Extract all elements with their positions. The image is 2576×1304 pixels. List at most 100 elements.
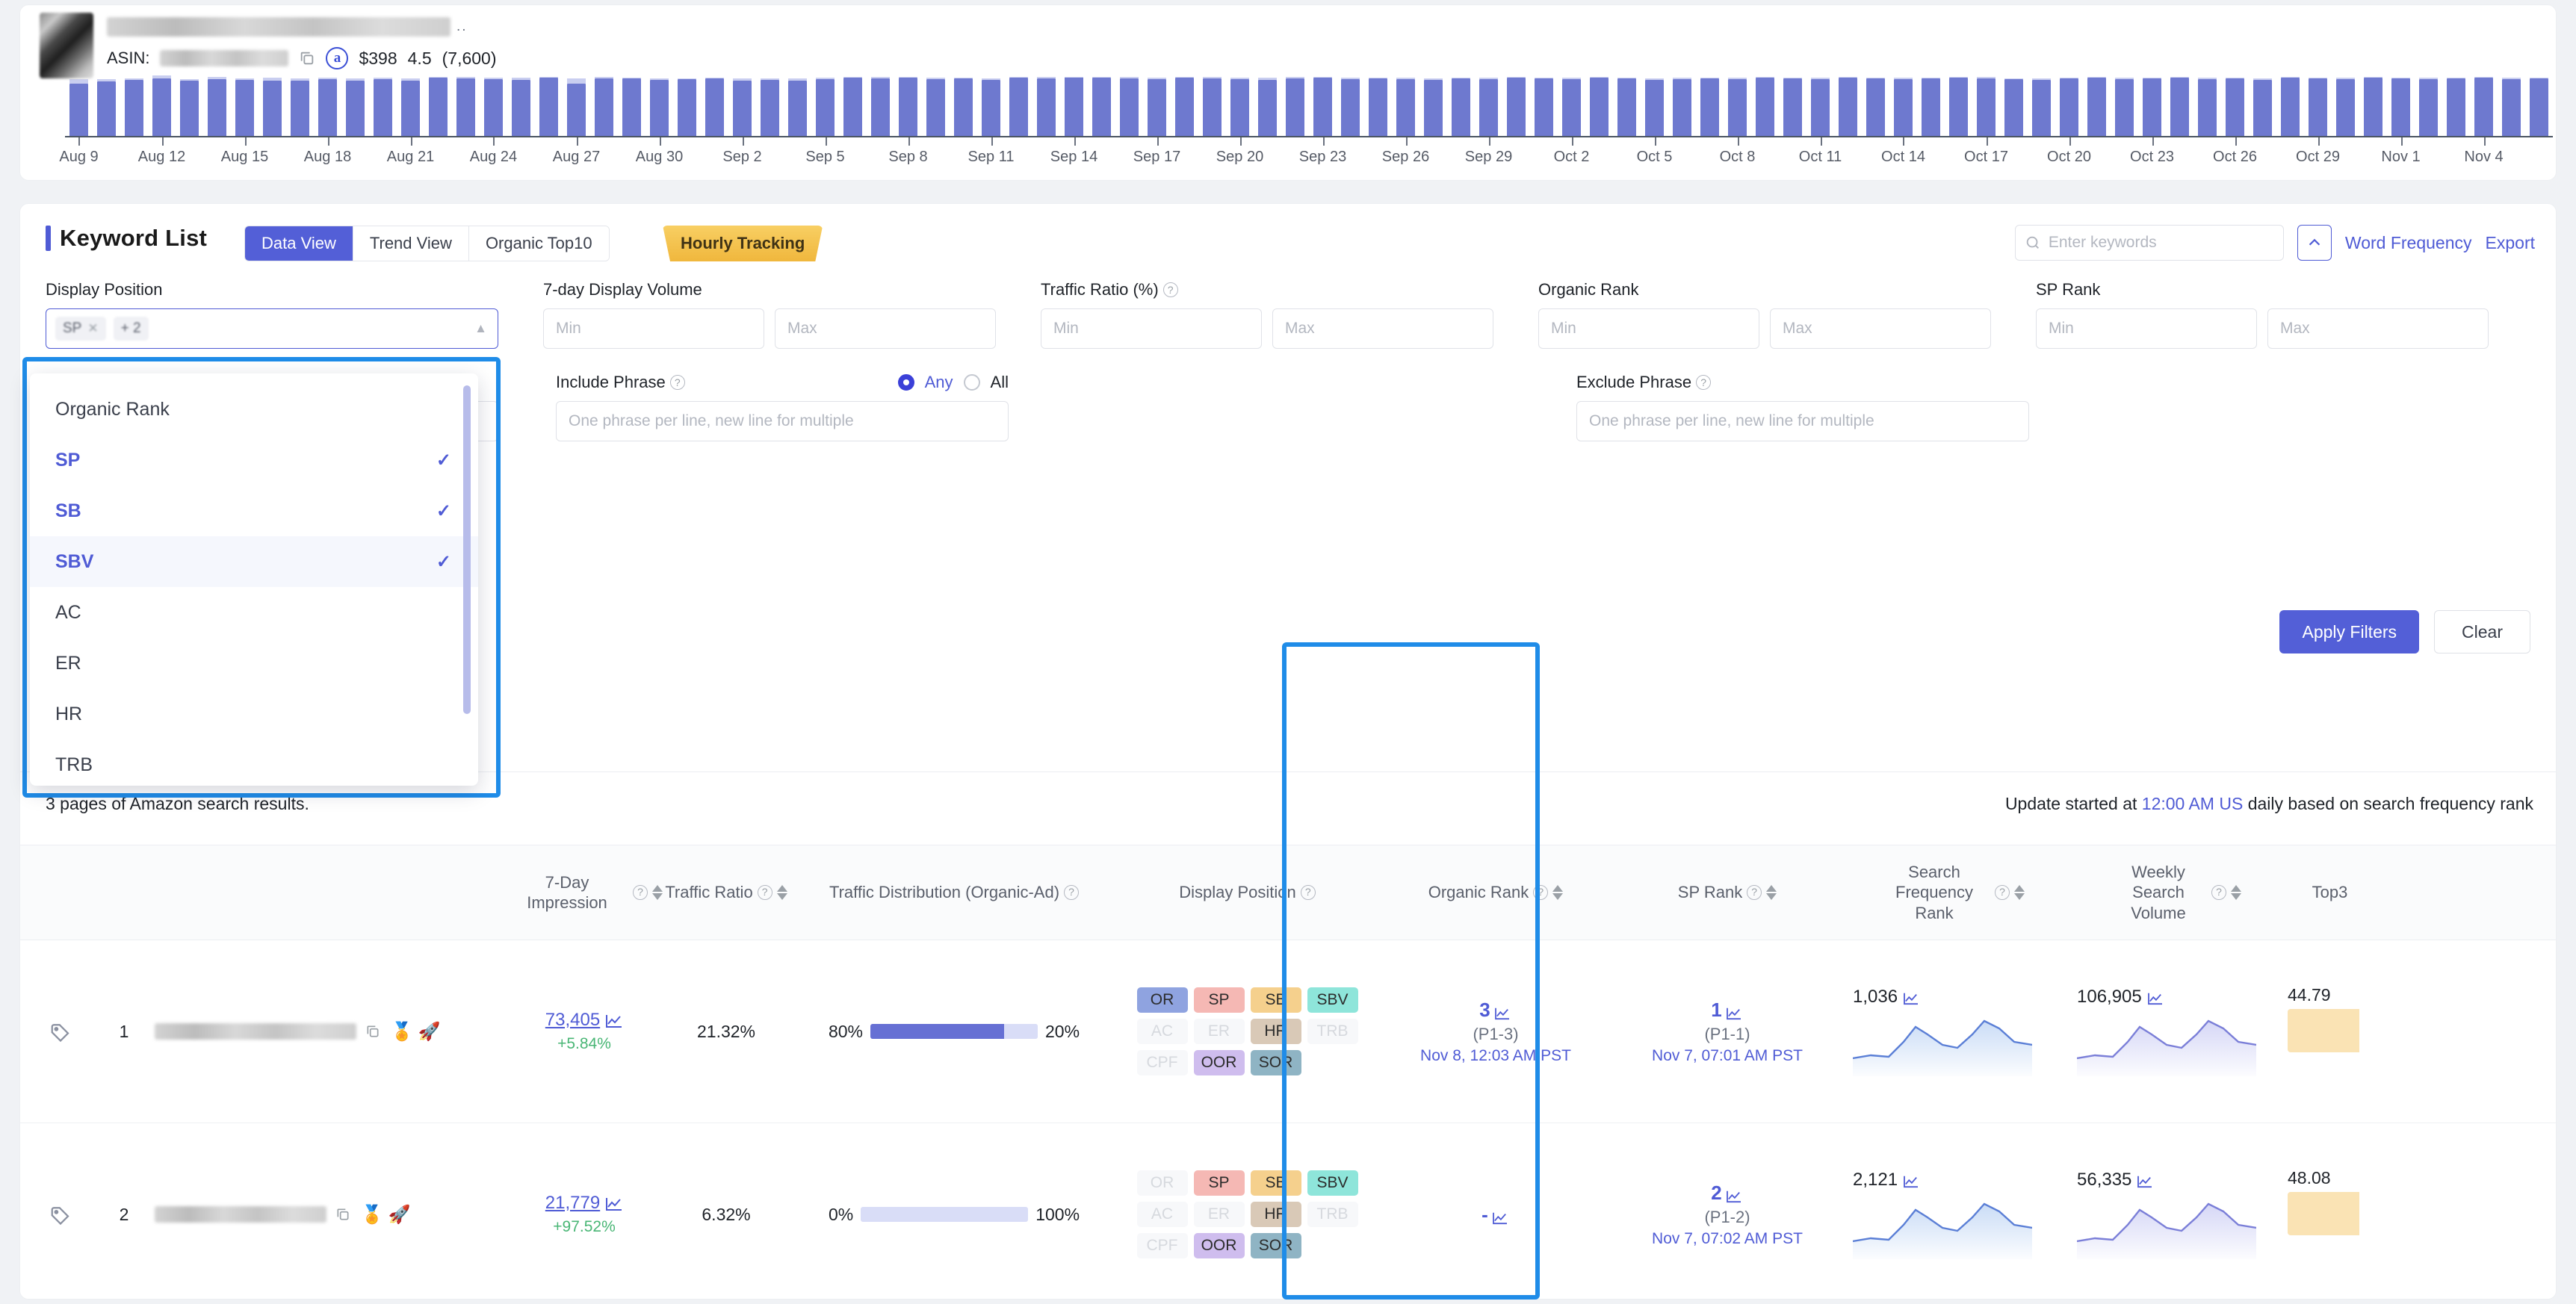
dropdown-scrollbar[interactable] <box>463 385 471 714</box>
help-icon[interactable]: ? <box>1162 282 1178 297</box>
help-icon[interactable]: ? <box>1533 885 1549 900</box>
export-link[interactable]: Export <box>2486 233 2535 253</box>
clear-filters-button[interactable]: Clear <box>2434 610 2530 653</box>
trend-chart-icon[interactable] <box>2147 990 2165 1005</box>
close-icon[interactable]: ✕ <box>87 321 98 336</box>
exclude-phrase-input[interactable]: One phrase per line, new line for multip… <box>1576 401 2029 441</box>
word-frequency-link[interactable]: Word Frequency <box>2345 233 2472 253</box>
hourly-tracking-badge[interactable]: Hourly Tracking <box>663 226 823 261</box>
copy-icon[interactable] <box>335 1206 352 1223</box>
copy-icon[interactable] <box>299 50 315 66</box>
help-icon[interactable]: ? <box>2211 885 2226 900</box>
tab-organic-top10[interactable]: Organic Top10 <box>468 226 609 261</box>
chevron-up-icon[interactable]: ▲ <box>474 321 487 336</box>
trend-chart-icon[interactable] <box>1492 1207 1510 1225</box>
trend-chart-icon[interactable] <box>2137 1173 2155 1188</box>
copy-icon[interactable] <box>365 1023 382 1040</box>
organic-rank-date: Nov 8, 12:03 AM PST <box>1420 1046 1571 1064</box>
row-keyword-cell[interactable]: 🏅 🚀 <box>147 940 506 1123</box>
sp-rank-max[interactable]: Max <box>2267 308 2489 349</box>
display-volume-max[interactable]: Max <box>775 308 996 349</box>
tag-icon[interactable] <box>48 1020 73 1043</box>
radio-all[interactable] <box>963 374 980 391</box>
trend-chart-icon[interactable] <box>1726 1002 1744 1020</box>
th-sp-rank[interactable]: SP Rank ? <box>1615 882 1839 903</box>
trend-chart-icon[interactable] <box>1903 990 1921 1005</box>
tab-data-view[interactable]: Data View <box>245 226 353 261</box>
update-note: Update started at 12:00 AM US daily base… <box>2005 794 2533 814</box>
display-position-select[interactable]: SP ✕ + 2 ▲ <box>46 308 498 349</box>
row-tag-cell[interactable] <box>20 940 101 1123</box>
badge-sor: SOR <box>1250 1233 1301 1258</box>
table-row[interactable]: 2 🏅 🚀 21,779 +97.52% 6.32% 0% 100% OR SP… <box>20 1123 2556 1299</box>
th-impression[interactable]: 7-Day Impression ? <box>506 872 663 913</box>
dropdown-option-sbv[interactable]: SBV ✓ <box>30 536 478 587</box>
rocket-icon[interactable]: 🚀 <box>418 1021 441 1043</box>
help-icon[interactable]: ? <box>757 885 773 900</box>
trend-chart-icon[interactable] <box>605 1196 623 1211</box>
impression-value[interactable]: 73,405 <box>545 1010 600 1031</box>
organic-rank-content: - <box>1481 1203 1510 1226</box>
organic-rank-max[interactable]: Max <box>1770 308 1991 349</box>
sort-icon[interactable] <box>1552 885 1564 900</box>
th-weekly-search-volume[interactable]: Weekly Search Volume ? <box>2063 862 2288 924</box>
search-input[interactable] <box>2046 233 2274 252</box>
help-icon[interactable]: ? <box>1300 885 1316 900</box>
collapse-filters-button[interactable] <box>2297 225 2332 261</box>
dropdown-option-sb[interactable]: SB ✓ <box>30 485 478 536</box>
tag-chip-sp[interactable]: SP ✕ <box>55 317 106 341</box>
help-icon[interactable]: ? <box>1995 885 2010 900</box>
rocket-icon[interactable]: 🚀 <box>388 1204 411 1226</box>
trend-chart-icon[interactable] <box>1903 1173 1921 1188</box>
help-icon[interactable]: ? <box>669 375 685 390</box>
radio-any-label[interactable]: Any <box>925 373 953 392</box>
display-volume-min[interactable]: Min <box>543 308 764 349</box>
th-search-frequency-rank[interactable]: Search Frequency Rank ? <box>1839 862 2063 924</box>
sp-rank-min[interactable]: Min <box>2036 308 2257 349</box>
help-icon[interactable]: ? <box>633 885 648 900</box>
impression-value[interactable]: 21,779 <box>545 1193 600 1214</box>
trend-chart-icon[interactable] <box>1494 1002 1512 1020</box>
tag-icon[interactable] <box>48 1203 73 1226</box>
dropdown-option-organic-rank[interactable]: Organic Rank <box>30 384 478 435</box>
include-phrase-input[interactable]: One phrase per line, new line for multip… <box>556 401 1009 441</box>
display-position-dropdown[interactable]: Organic Rank SP ✓ SB ✓ SBV ✓ AC ER HR TRB <box>30 373 478 786</box>
dropdown-option-sp[interactable]: SP ✓ <box>30 435 478 485</box>
sort-icon[interactable] <box>2231 885 2241 900</box>
apply-filters-button[interactable]: Apply Filters <box>2279 610 2420 653</box>
help-icon[interactable]: ? <box>1064 885 1080 900</box>
medal-icon[interactable]: 🏅 <box>361 1204 383 1226</box>
help-icon[interactable]: ? <box>1696 375 1712 390</box>
dropdown-option-er[interactable]: ER <box>30 638 478 689</box>
dropdown-option-hr[interactable]: HR <box>30 689 478 739</box>
amazon-badge-icon[interactable]: a <box>326 47 349 69</box>
row-tag-cell[interactable] <box>20 1123 101 1299</box>
label-display-volume: 7-day Display Volume <box>543 280 702 299</box>
tag-chip-more[interactable]: + 2 <box>113 317 149 341</box>
help-icon[interactable]: ? <box>1747 885 1762 900</box>
trend-chart-icon[interactable] <box>605 1013 623 1028</box>
sort-icon[interactable] <box>776 885 787 900</box>
dropdown-option-label: SBV <box>55 550 94 572</box>
traffic-ratio-inputs: Min Max <box>1041 308 1538 349</box>
tab-trend-view[interactable]: Trend View <box>353 226 469 261</box>
product-thumbnail[interactable] <box>40 13 93 78</box>
th-organic-rank[interactable]: Organic Rank ? <box>1376 882 1615 903</box>
impression-delta: +97.52% <box>553 1218 616 1235</box>
traffic-ratio-max[interactable]: Max <box>1272 308 1493 349</box>
organic-rank-min[interactable]: Min <box>1538 308 1759 349</box>
trend-chart-icon[interactable] <box>1726 1185 1744 1203</box>
sort-icon[interactable] <box>652 885 663 900</box>
radio-all-label[interactable]: All <box>991 373 1009 392</box>
table-row[interactable]: 1 🏅 🚀 73,405 +5.84% 21.32% 80% 20% OR SP… <box>20 940 2556 1123</box>
dropdown-option-ac[interactable]: AC <box>30 587 478 638</box>
traffic-ratio-min[interactable]: Min <box>1041 308 1262 349</box>
search-box[interactable] <box>2014 225 2284 261</box>
sort-icon[interactable] <box>1766 885 1777 900</box>
row-keyword-cell[interactable]: 🏅 🚀 <box>147 1123 506 1299</box>
sort-icon[interactable] <box>2014 885 2025 900</box>
radio-any[interactable] <box>897 374 914 391</box>
dropdown-option-trb[interactable]: TRB <box>30 739 478 786</box>
medal-icon[interactable]: 🏅 <box>391 1021 413 1043</box>
th-traffic-ratio[interactable]: Traffic Ratio ? <box>663 882 790 903</box>
